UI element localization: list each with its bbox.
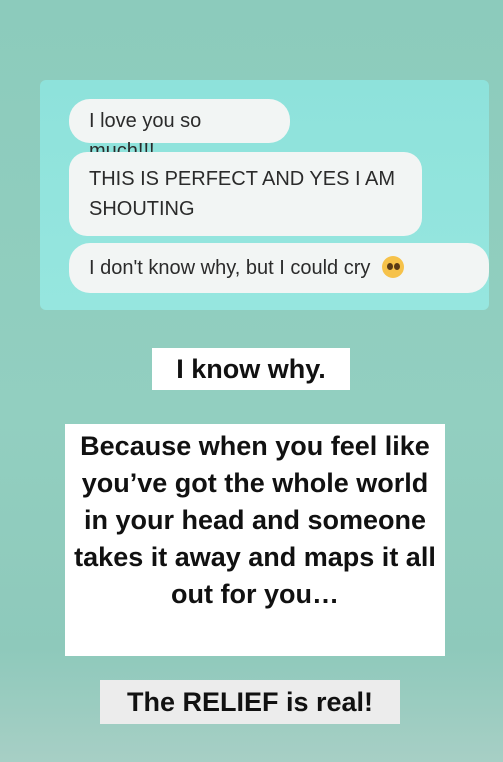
message-text: I don't know why, but I could cry xyxy=(89,257,371,279)
caption-relief: The RELIEF is real! xyxy=(100,680,400,724)
message-bubble-1: I love you so much!!! xyxy=(69,99,290,162)
chat-screenshot: I love you so much!!! THIS IS PERFECT AN… xyxy=(40,80,489,310)
pleading-face-icon xyxy=(381,256,404,278)
caption-text: The RELIEF is real! xyxy=(126,687,374,717)
caption-text: I know why. xyxy=(176,354,326,384)
caption-i-know-why: I know why. xyxy=(152,348,350,390)
caption-text: Because when you feel like you’ve got th… xyxy=(74,431,436,609)
caption-explanation: Because when you feel like you’ve got th… xyxy=(65,424,445,656)
message-bubble-3: I don't know why, but I could cry xyxy=(69,243,489,293)
message-text: THIS IS PERFECT AND YES I AM SHOUTING xyxy=(89,168,396,220)
message-bubble-2: THIS IS PERFECT AND YES I AM SHOUTING xyxy=(69,152,422,236)
